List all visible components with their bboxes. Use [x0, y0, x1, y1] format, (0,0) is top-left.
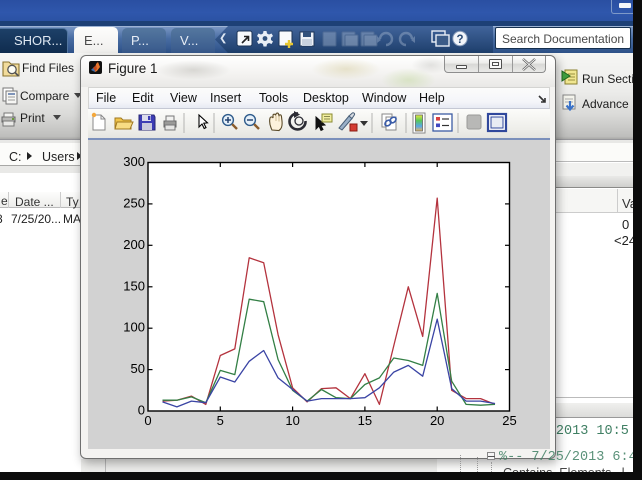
svg-text:25: 25	[502, 413, 516, 428]
svg-text:200: 200	[123, 237, 145, 252]
svg-text:50: 50	[131, 361, 145, 376]
svg-text:100: 100	[123, 320, 145, 335]
svg-text:20: 20	[430, 413, 444, 428]
svg-text:5: 5	[217, 413, 224, 428]
svg-text:300: 300	[123, 154, 145, 169]
svg-text:?: ?	[456, 34, 463, 46]
svg-text:10: 10	[285, 413, 299, 428]
svg-text:150: 150	[123, 278, 145, 293]
svg-text:15: 15	[358, 413, 372, 428]
svg-text:0: 0	[144, 413, 151, 428]
svg-text:250: 250	[123, 195, 145, 210]
